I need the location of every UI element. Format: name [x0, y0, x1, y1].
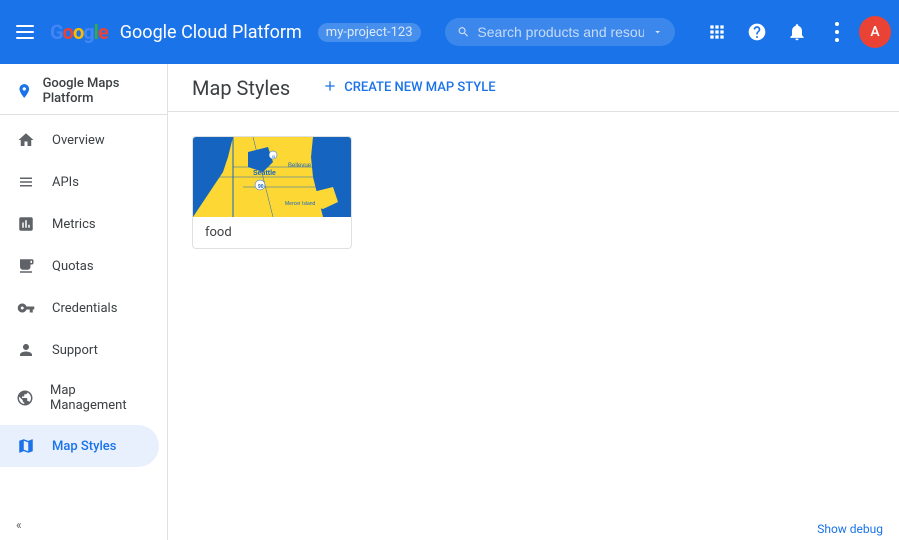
app-name: Google Cloud Platform: [120, 22, 302, 43]
svg-text:Mercer Island: Mercer Island: [285, 201, 316, 207]
quotas-icon: [16, 257, 36, 275]
map-preview-svg: Seattle Bellevue Mercer Island 90 I5: [193, 137, 352, 217]
sidebar-item-apis[interactable]: APIs: [0, 161, 159, 203]
topbar: Google Google Cloud Platform my-project-…: [0, 0, 899, 64]
map-styles-icon: [16, 437, 36, 455]
sidebar-item-credentials[interactable]: Credentials: [0, 287, 159, 329]
menu-icon[interactable]: [8, 17, 42, 47]
sidebar-item-quotas[interactable]: Quotas: [0, 245, 159, 287]
overview-icon: [16, 131, 36, 149]
sidebar-product-name: Google Maps Platform: [43, 76, 151, 106]
page-title: Map Styles: [192, 76, 290, 100]
credentials-icon: [16, 299, 36, 317]
page-header: Map Styles CREATE NEW MAP STYLE: [168, 64, 899, 112]
sidebar-collapse[interactable]: «: [0, 510, 167, 540]
create-button-label: CREATE NEW MAP STYLE: [344, 80, 495, 95]
map-thumbnail: Seattle Bellevue Mercer Island 90 I5: [193, 137, 352, 217]
sidebar-item-overview[interactable]: Overview: [0, 119, 159, 161]
map-card-food[interactable]: Seattle Bellevue Mercer Island 90 I5 foo…: [192, 136, 352, 249]
sidebar-item-map-management-label: Map Management: [50, 383, 143, 413]
search-icon: [457, 24, 470, 40]
search-dropdown-icon[interactable]: [652, 25, 663, 39]
svg-text:Seattle: Seattle: [253, 170, 276, 177]
sidebar-item-quotas-label: Quotas: [52, 259, 94, 274]
sidebar-item-support[interactable]: Support: [0, 329, 159, 371]
sidebar-product-header: Google Maps Platform: [0, 64, 167, 115]
svg-text:Bellevue: Bellevue: [288, 163, 312, 169]
avatar[interactable]: A: [859, 16, 891, 48]
support-icon: [16, 341, 36, 359]
search-bar[interactable]: [445, 18, 675, 46]
layout: Google Maps Platform Overview APIs Metri…: [0, 64, 899, 540]
cards-area: Seattle Bellevue Mercer Island 90 I5 foo…: [168, 112, 899, 273]
more-icon[interactable]: [819, 14, 855, 50]
apis-icon: [16, 173, 36, 191]
plus-icon: [322, 78, 338, 98]
notifications-icon[interactable]: [779, 14, 815, 50]
debug-bar[interactable]: Show debug: [801, 518, 899, 540]
main-content: Map Styles CREATE NEW MAP STYLE: [168, 64, 899, 540]
apps-icon[interactable]: [699, 14, 735, 50]
sidebar-item-map-styles-label: Map Styles: [52, 439, 116, 454]
sidebar-item-map-styles[interactable]: Map Styles: [0, 425, 159, 467]
account-selector[interactable]: my-project-123: [318, 23, 421, 42]
collapse-icon: «: [16, 518, 22, 532]
sidebar-item-support-label: Support: [52, 343, 98, 358]
map-management-icon: [16, 389, 34, 407]
sidebar-item-overview-label: Overview: [52, 133, 105, 148]
create-new-map-style-button[interactable]: CREATE NEW MAP STYLE: [314, 72, 503, 104]
help-icon[interactable]: [739, 14, 775, 50]
topbar-actions: A: [699, 14, 891, 50]
sidebar-item-metrics-label: Metrics: [52, 217, 96, 232]
sidebar: Google Maps Platform Overview APIs Metri…: [0, 64, 168, 540]
topbar-logo: Google Google Cloud Platform: [50, 20, 302, 44]
sidebar-item-apis-label: APIs: [52, 175, 79, 190]
sidebar-item-credentials-label: Credentials: [52, 301, 117, 316]
sidebar-item-metrics[interactable]: Metrics: [0, 203, 159, 245]
search-input[interactable]: [477, 24, 643, 40]
svg-text:90: 90: [258, 184, 264, 190]
google-wordmark: Google: [50, 20, 108, 44]
sidebar-item-map-management[interactable]: Map Management: [0, 371, 159, 425]
map-card-food-label: food: [193, 217, 351, 248]
maps-logo-icon: [16, 81, 33, 101]
metrics-icon: [16, 215, 36, 233]
